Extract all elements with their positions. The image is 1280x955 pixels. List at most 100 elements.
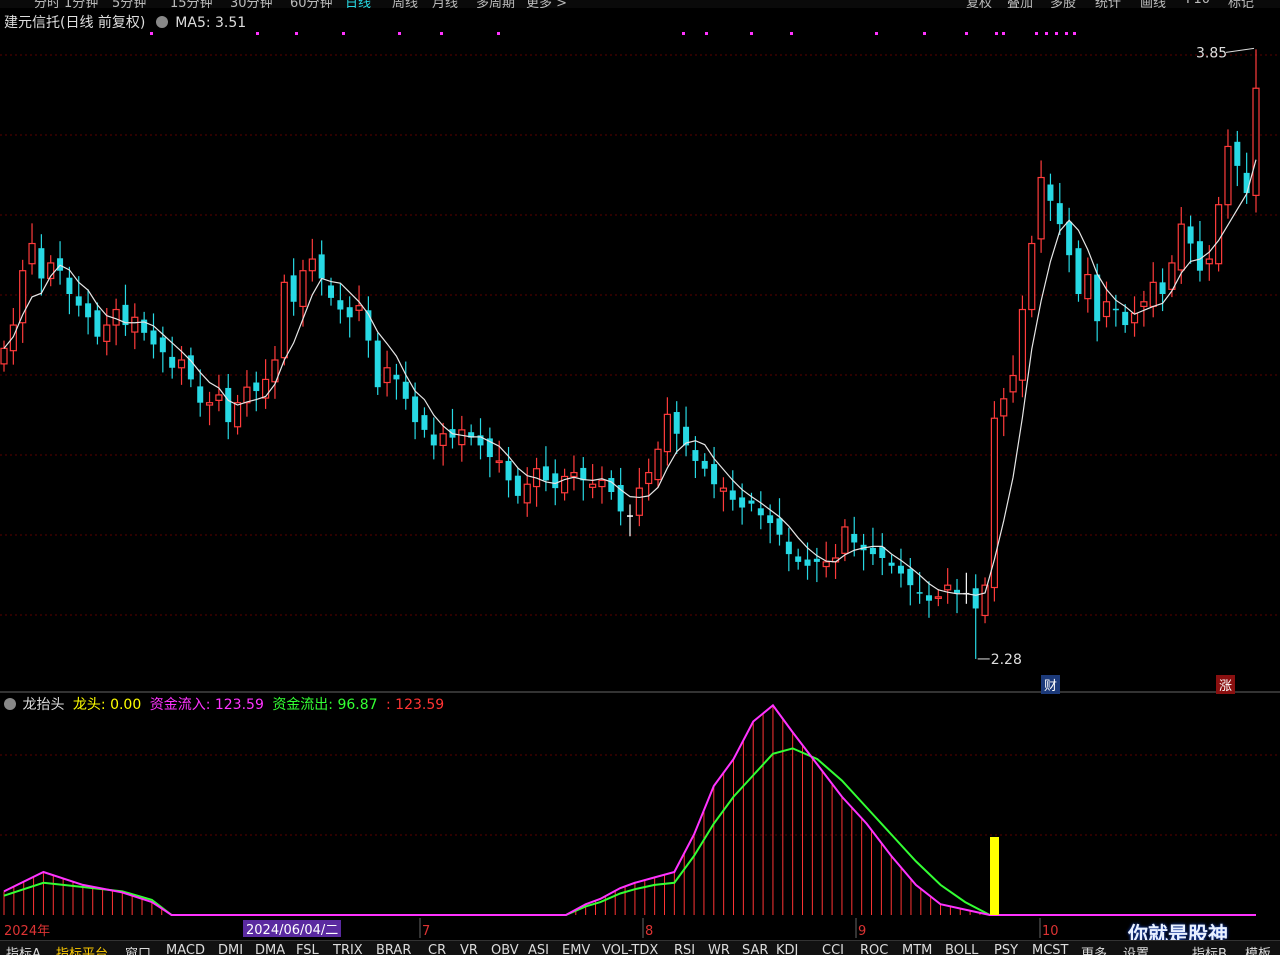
- indicator-tab[interactable]: 指标平台: [56, 943, 108, 955]
- candle-body: [1122, 311, 1129, 326]
- candle-body: [711, 464, 718, 485]
- candle-body: [1234, 141, 1241, 166]
- candle-body: [112, 308, 120, 326]
- candle-body: [94, 310, 101, 337]
- candlestick-series: [0, 49, 1260, 659]
- dragon-value: 龙头: 0.00: [72, 697, 142, 713]
- indicator-tab[interactable]: 设置: [1123, 943, 1149, 955]
- indicator-tab[interactable]: BOLL: [945, 943, 978, 955]
- zhang-badge[interactable]: 涨: [1216, 675, 1236, 694]
- dragon-bar: [990, 837, 999, 915]
- outflow-value: 资金流出: 96.87: [272, 697, 378, 713]
- indicator-tab[interactable]: SAR: [742, 943, 768, 955]
- candle-body: [262, 378, 270, 399]
- indicator-tab[interactable]: 窗口: [125, 943, 151, 955]
- candle-body: [1056, 203, 1063, 225]
- candle-body: [1159, 282, 1166, 294]
- indicator-tab[interactable]: CR: [428, 943, 446, 955]
- candle-body: [1177, 223, 1185, 271]
- candle-body: [804, 559, 811, 566]
- indicator-tab[interactable]: FSL: [296, 943, 319, 955]
- candle-body: [954, 589, 961, 593]
- candle-body: [1018, 308, 1027, 381]
- signal-marker: [790, 32, 793, 35]
- candle-body: [776, 518, 783, 535]
- stock-name: 建元信托(日线 前复权): [4, 15, 146, 31]
- candle-body: [28, 242, 36, 265]
- chart-annotations: 3.85 2.28 2024年 2024/06/04/二 7 8 9 10: [4, 32, 1255, 939]
- candle-body: [934, 596, 942, 599]
- candle-body: [346, 307, 353, 318]
- month-label: 8: [645, 924, 653, 939]
- indicator-tab[interactable]: MACD: [166, 943, 205, 955]
- indicator-tab[interactable]: BRAR: [376, 943, 411, 955]
- candle-body: [9, 324, 17, 352]
- indicator-tab[interactable]: VR: [460, 943, 478, 955]
- candle-body: [1187, 226, 1194, 244]
- indicator-tab[interactable]: VOL-TDX: [602, 943, 658, 955]
- candle-body: [907, 568, 914, 586]
- dropdown-icon[interactable]: [155, 16, 168, 28]
- candle-body: [299, 270, 307, 308]
- signal-marker: [1035, 32, 1038, 35]
- candle-body: [739, 497, 746, 508]
- indicator-tab[interactable]: DMI: [218, 943, 243, 955]
- candle-body: [328, 285, 335, 298]
- candle-body: [748, 500, 755, 504]
- candle-body: [608, 478, 615, 492]
- indicator-tab[interactable]: 模板: [1245, 943, 1271, 955]
- dropdown-icon[interactable]: [4, 698, 16, 710]
- signal-marker: [1073, 32, 1076, 35]
- candle-body: [869, 547, 876, 555]
- candle-body: [1140, 301, 1148, 308]
- candle-body: [916, 592, 923, 594]
- indicator-tab[interactable]: TRIX: [333, 943, 363, 955]
- cursor-date: 2024/06/04/二: [246, 923, 338, 938]
- indicator-tab[interactable]: ROC: [860, 943, 888, 955]
- indicator-tab[interactable]: 指标B: [1192, 943, 1227, 955]
- indicator-tab[interactable]: DMA: [255, 943, 285, 955]
- indicator-tab[interactable]: EMV: [562, 943, 590, 955]
- signal-marker: [750, 32, 753, 35]
- candle-body: [888, 562, 895, 566]
- cai-badge[interactable]: 财: [1041, 675, 1061, 694]
- candle-body: [150, 330, 157, 345]
- candle-body: [1112, 308, 1119, 311]
- month-label: 7: [422, 924, 430, 939]
- candle-body: [1084, 273, 1092, 300]
- candle-body: [225, 387, 232, 423]
- signal-marker: [1002, 32, 1005, 35]
- candle-body: [1066, 221, 1073, 256]
- candle-body: [542, 466, 549, 481]
- candle-body: [1168, 262, 1176, 290]
- candle-body: [1224, 145, 1232, 206]
- candle-body: [243, 386, 251, 404]
- candle-body: [1028, 242, 1036, 311]
- indicator-tab[interactable]: KDJ: [776, 943, 798, 955]
- candle-body: [337, 300, 344, 310]
- candle-body: [197, 386, 204, 403]
- indicator-tab[interactable]: MTM: [902, 943, 932, 955]
- candle-body: [757, 508, 764, 516]
- signal-marker: [923, 32, 926, 35]
- indicator-tab[interactable]: WR: [708, 943, 730, 955]
- candle-body: [785, 541, 792, 555]
- candle-body: [75, 296, 82, 306]
- indicator-tab[interactable]: CCI: [822, 943, 844, 955]
- candle-body: [383, 367, 391, 384]
- candle-body: [944, 584, 952, 591]
- chart-grid: [0, 54, 1280, 836]
- indicator-tab[interactable]: 指标A: [6, 943, 41, 955]
- candle-body: [767, 515, 774, 524]
- indicator-tab[interactable]: OBV: [491, 943, 519, 955]
- indicator-tab[interactable]: ASI: [528, 943, 549, 955]
- candle-body: [719, 487, 728, 492]
- indicator-tab[interactable]: MCST: [1032, 943, 1069, 955]
- indicator-tab[interactable]: RSI: [674, 943, 695, 955]
- indicator-tab[interactable]: PSY: [994, 943, 1018, 955]
- indicator-tab[interactable]: 更多: [1081, 943, 1107, 955]
- signal-marker: [342, 32, 345, 35]
- candle-body: [1037, 176, 1045, 240]
- candle-body: [495, 460, 503, 464]
- signal-marker: [150, 32, 153, 35]
